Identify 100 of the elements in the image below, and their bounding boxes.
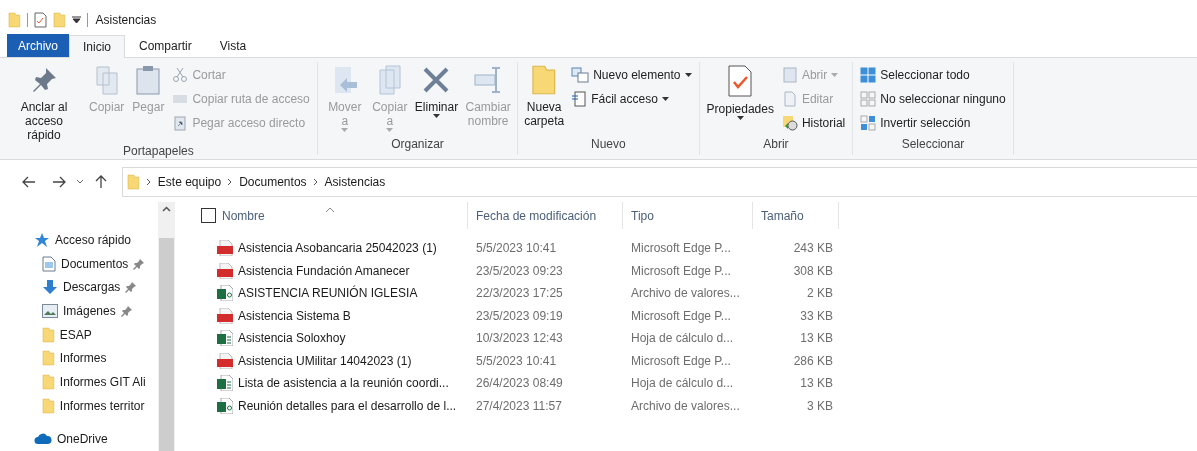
column-header[interactable]: Fecha de modificación	[468, 202, 623, 229]
folder-icon	[42, 326, 55, 343]
file-row[interactable]: Asistencia Soloxhoy 10/3/2023 12:43 Hoja de cálculo d... 13 KB	[191, 327, 1197, 350]
file-name: Asistencia Soloxhoy	[238, 331, 346, 346]
sidebar-item[interactable]: Acceso rápido	[0, 228, 158, 252]
table-cell-text: Microsoft Edge P...	[630, 353, 732, 368]
download-icon	[42, 279, 58, 296]
folder-icon	[42, 350, 55, 367]
table-cell-text: 308 KB	[792, 263, 834, 278]
sidebar-label: Documentos	[61, 256, 129, 271]
pdf-file-icon	[217, 262, 233, 279]
table-cell-text: Archivo de valores...	[630, 286, 741, 301]
ribbon-button[interactable]: No seleccionar ninguno	[857, 88, 1009, 110]
ribbon-button[interactable]: Anclar al acceso rápido	[4, 62, 84, 144]
column-header[interactable]: Tipo	[623, 202, 753, 229]
column-header[interactable]: Tamaño	[753, 202, 839, 229]
address-bar[interactable]: Este equipo Documentos Asistencias	[122, 167, 1197, 197]
sort-icon	[325, 207, 335, 213]
table-cell-text: 22/3/2023 17:25	[475, 286, 564, 301]
sidebar-item[interactable]: ESAP	[0, 322, 158, 347]
ribbon-button[interactable]: Invertir selección	[857, 112, 1009, 134]
star-icon	[34, 231, 50, 248]
table-cell-text: 286 KB	[792, 353, 834, 368]
csv-file-icon	[217, 285, 233, 302]
table-cell-text: 10/3/2023 12:43	[475, 331, 564, 346]
pin-icon	[125, 281, 138, 294]
shortcut-icon	[172, 115, 189, 131]
pin-icon	[120, 304, 133, 317]
table-cell-text: Hoja de cálculo d...	[630, 376, 735, 391]
table-cell-text: 26/4/2023 08:49	[475, 376, 564, 391]
scissors-icon	[172, 67, 189, 83]
folder-icon	[52, 12, 66, 28]
breadcrumb[interactable]: Asistencias	[324, 175, 386, 189]
sidebar-label: Informes territor	[59, 398, 145, 413]
csv-file-icon	[217, 397, 233, 414]
table-cell-text: Microsoft Edge P...	[630, 263, 732, 278]
pin-icon	[133, 257, 146, 270]
caret-icon	[386, 128, 394, 132]
sidebar-item[interactable]: OneDrive	[0, 427, 158, 451]
column-header[interactable]: Nombre	[191, 202, 468, 229]
table-cell-text: Microsoft Edge P...	[630, 308, 732, 323]
file-row[interactable]: Asistencia Sistema B 23/5/2023 09:19 Microsoft Edge P... 33 KB	[191, 304, 1197, 327]
table-cell-text: 13 KB	[799, 376, 834, 391]
folder-icon	[42, 397, 55, 414]
ribbon-tab[interactable]: Vista	[205, 34, 261, 57]
table-cell-text: Archivo de valores...	[630, 398, 741, 413]
sidebar-item[interactable]: Informes territor	[0, 393, 158, 418]
caret-icon	[432, 114, 440, 118]
file-row[interactable]: Asistencia Asobancaria 25042023 (1) 5/5/2023 10:41 Microsoft Edge P... 243 KB	[191, 237, 1197, 260]
file-row[interactable]: Asistencia Fundación Amanecer 23/5/2023 09:23 Microsoft Edge P... 308 KB	[191, 259, 1197, 282]
ribbon-button[interactable]: Nuevo elemento	[568, 64, 695, 86]
cloud-icon	[34, 433, 52, 446]
image-icon	[42, 303, 58, 318]
file-name: Reunión detalles para el desarrollo de l...	[238, 398, 457, 413]
scrollbar[interactable]	[158, 202, 175, 451]
select-all-icon	[860, 67, 877, 83]
ribbon-button[interactable]: Nueva carpeta	[522, 62, 567, 130]
ribbon-button[interactable]: Historial	[778, 112, 849, 134]
sidebar-label: Informes	[59, 351, 107, 366]
sidebar-item[interactable]: Informes GIT Ali	[0, 370, 158, 394]
table-cell-text: 243 KB	[792, 241, 834, 256]
sidebar-label: OneDrive	[57, 432, 108, 447]
file-name: Asistencia Sistema B	[238, 308, 351, 323]
dropdown-icon	[71, 16, 81, 24]
sidebar-label: Imágenes	[63, 303, 116, 318]
sidebar-item[interactable]: Descargas	[0, 275, 158, 299]
breadcrumb[interactable]: Documentos	[239, 175, 307, 189]
ribbon-tab[interactable]: Archivo	[7, 34, 69, 57]
file-row[interactable]: ASISTENCIA REUNIÓN IGLESIA 22/3/2023 17:25 Archivo de valores... 2 KB	[191, 282, 1197, 305]
group-label: Nuevo	[590, 137, 627, 153]
ribbon-tab[interactable]: Inicio	[69, 35, 126, 58]
easy-access-icon	[571, 91, 588, 107]
forward-icon	[52, 176, 66, 188]
back-icon	[22, 176, 36, 188]
ribbon-button[interactable]: Eliminar	[411, 62, 462, 120]
ribbon-button[interactable]: Seleccionar todo	[857, 64, 1009, 86]
file-row[interactable]: Lista de asistencia a la reunión coordi... 26/4/2023 08:49 Hoja de cálculo d... 13 KB	[191, 372, 1197, 395]
ribbon-button[interactable]: Propiedades	[703, 62, 777, 122]
file-row[interactable]: Reunión detalles para el desarrollo de l... 27/4/2023 11:57 Archivo de valores... 3 KB	[191, 394, 1197, 417]
table-cell-text: 33 KB	[799, 308, 834, 323]
breadcrumb[interactable]: Este equipo	[157, 175, 222, 189]
sidebar-label: Informes GIT Ali	[59, 374, 146, 389]
new-item-icon	[571, 67, 590, 83]
caret-icon	[736, 116, 744, 120]
group-label: Seleccionar	[900, 137, 966, 153]
pdf-file-icon	[217, 352, 233, 369]
sidebar-item[interactable]: Imágenes	[0, 299, 158, 323]
sidebar-label: Descargas	[63, 280, 121, 295]
group-label: Portapapeles	[122, 144, 195, 158]
file-row[interactable]: Asistencia UMilitar 14042023 (1) 5/5/2023 10:41 Microsoft Edge P... 286 KB	[191, 349, 1197, 372]
select-all-checkbox[interactable]	[201, 208, 216, 223]
table-cell-text: 3 KB	[806, 398, 834, 413]
ribbon-button[interactable]: Fácil acceso	[568, 88, 695, 110]
table-cell-text: Microsoft Edge P...	[630, 241, 732, 256]
pdf-file-icon	[217, 240, 233, 257]
ribbon-tab[interactable]: Compartir	[125, 34, 206, 57]
sidebar-item[interactable]: Documentos	[0, 251, 158, 276]
sidebar-item[interactable]: Informes	[0, 346, 158, 371]
group-label: Organizar	[390, 137, 445, 153]
folder-icon	[531, 64, 557, 96]
